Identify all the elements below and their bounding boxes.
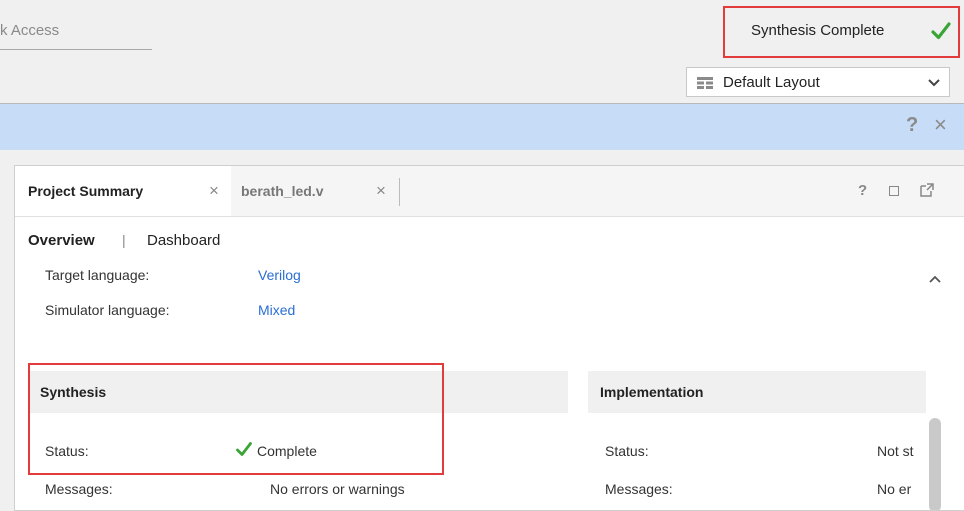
implementation-messages-label: Messages:: [605, 481, 673, 497]
scroll-up-icon[interactable]: [928, 274, 942, 284]
target-language-label: Target language:: [45, 267, 150, 283]
overview-link[interactable]: Overview: [28, 232, 95, 249]
target-language-link[interactable]: Verilog: [258, 267, 301, 283]
quick-access-search[interactable]: k Access: [0, 12, 152, 50]
project-summary-panel: Project Summary × berath_led.v × ? Overv…: [14, 165, 964, 511]
tab-project-summary[interactable]: Project Summary ×: [15, 166, 231, 216]
implementation-header: Implementation: [588, 371, 926, 413]
tab-label: berath_led.v: [241, 183, 324, 199]
synthesis-status-indicator: Synthesis Complete: [723, 6, 960, 58]
implementation-messages-value: No er: [877, 481, 912, 497]
implementation-title: Implementation: [600, 384, 704, 400]
synthesis-highlight-box: [28, 363, 444, 475]
simulator-language-label: Simulator language:: [45, 302, 170, 318]
synthesis-messages-value: No errors or warnings: [270, 481, 405, 497]
tab-label: Project Summary: [28, 183, 144, 199]
tab-divider: [399, 178, 400, 206]
layout-icon: [697, 77, 713, 89]
help-icon[interactable]: ?: [858, 182, 867, 199]
close-icon[interactable]: ×: [934, 112, 947, 138]
implementation-status-label: Status:: [605, 443, 649, 459]
scrollbar-thumb[interactable]: [929, 418, 941, 510]
subnav-separator: |: [122, 232, 126, 248]
dashboard-link[interactable]: Dashboard: [147, 232, 220, 249]
maximize-icon[interactable]: [889, 186, 899, 196]
implementation-status-value: Not st: [877, 443, 914, 459]
layout-dropdown[interactable]: Default Layout: [686, 67, 950, 97]
float-icon[interactable]: [920, 183, 934, 197]
close-icon[interactable]: ×: [376, 166, 386, 216]
status-text: Synthesis Complete: [751, 22, 885, 39]
top-toolbar: k Access Synthesis Complete Default Layo…: [0, 0, 964, 104]
tab-berath-led[interactable]: berath_led.v ×: [231, 166, 401, 216]
check-icon: [931, 22, 951, 40]
help-icon[interactable]: ?: [906, 114, 918, 137]
summary-subnav: Overview | Dashboard: [15, 218, 964, 250]
simulator-language-link[interactable]: Mixed: [258, 302, 295, 318]
chevron-down-icon: [928, 79, 940, 87]
tab-strip: Project Summary × berath_led.v × ?: [15, 166, 964, 217]
close-icon[interactable]: ×: [209, 166, 219, 216]
synthesis-messages-label: Messages:: [45, 481, 113, 497]
info-bar: ? ×: [0, 104, 964, 150]
layout-selected-value: Default Layout: [723, 74, 820, 91]
